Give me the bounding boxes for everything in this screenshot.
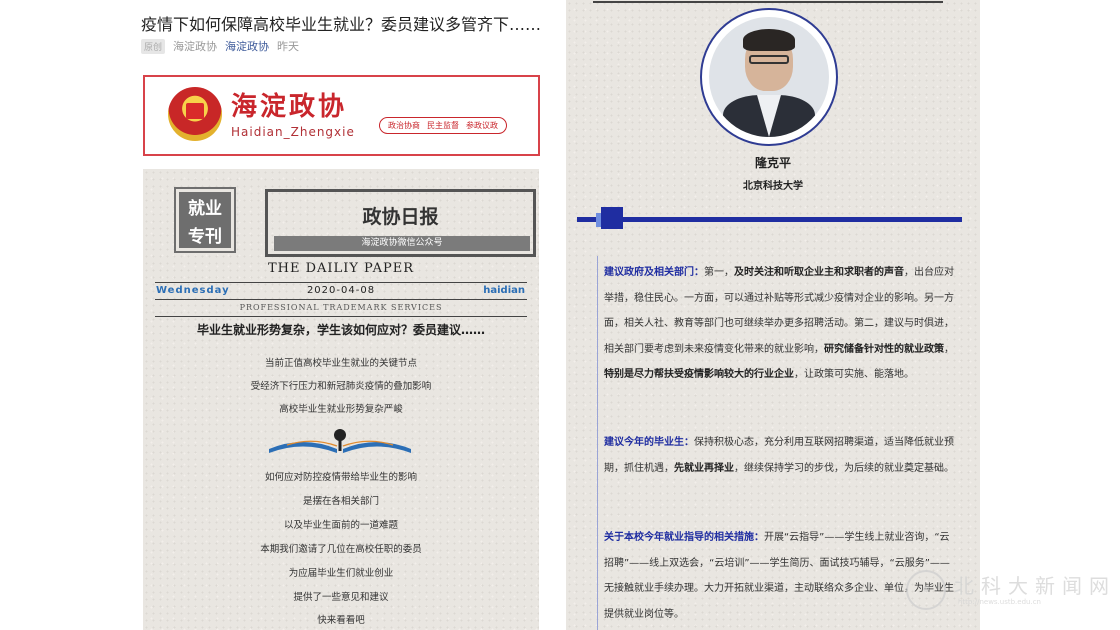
newspaper-image: 就业 专刊 政协日报 海淀政协微信公众号 THE DAILIY PAPER We… [143, 169, 539, 630]
masthead-title: 政协日报 [362, 206, 439, 228]
divider [155, 316, 527, 317]
original-tag: 原创 [141, 38, 166, 54]
section-vertical-line [597, 256, 598, 630]
suggestion-government: 建议政府及相关部门：第一，及时关注和听取企业主和求职者的声音，出台应对举措，稳住… [604, 267, 954, 380]
outro-line: 是摆在各相关部门 [302, 496, 379, 507]
ustb-seal-icon: ⚙ [906, 570, 946, 610]
trademark-line: PROFESSIONAL TRADEMARK SERVICES [239, 303, 443, 312]
banner-tag: 参政议政 [466, 121, 498, 130]
section-divider-bar [577, 217, 962, 222]
ustb-news-watermark: ⚙ 北科大新闻网 http://news.ustb.edu.cn [906, 566, 1116, 614]
intro-line: 当前正值高校毕业生就业的关键节点 [264, 358, 417, 369]
cppcc-emblem-icon [168, 87, 222, 141]
newspaper-headline: 毕业生就业形势复杂，学生该如何应对？委员建议…… [196, 323, 485, 337]
profile-name: 隆克平 [754, 156, 791, 170]
article-author: 海淀政协 [173, 40, 218, 53]
intro-line: 受经济下行压力和新冠肺炎疫情的叠加影响 [250, 381, 432, 392]
article-right-column: 隆克平 北京科技大学 建议政府及相关部门：第一，及时关注和听取企业主和求职者的声… [566, 0, 980, 630]
divider [155, 299, 527, 300]
school-measures: 关于本校今年就业指导的相关措施：开展“云指导”——学生线上就业咨询，“云招聘”—… [604, 532, 954, 620]
article-meta: 原创 海淀政协 海淀政协 昨天 [141, 38, 299, 54]
banner-tag: 政治协商 [388, 121, 420, 130]
account-link[interactable]: 海淀政协 [225, 38, 269, 54]
profile-photo [709, 17, 829, 137]
section-lead: 建议政府及相关部门： [604, 267, 704, 278]
watermark-text: 北科大新闻网 [954, 574, 1116, 598]
suggestion-graduates: 建议今年的毕业生：保持积极心态，充分利用互联网招聘渠道，适当降低就业预期，抓住机… [604, 437, 954, 474]
outro-line: 本期我们邀请了几位在高校任职的委员 [260, 544, 422, 555]
book-microphone-icon [269, 429, 411, 453]
outro-line: 如何应对防控疫情带给毕业生的影响 [264, 472, 417, 483]
masthead-subtitle: 海淀政协微信公众号 [274, 236, 530, 251]
banner-name-cn: 海淀政协 [231, 92, 348, 122]
watermark-url: http://news.ustb.edu.cn [958, 598, 1041, 606]
section-lead: 关于本校今年就业指导的相关措施： [604, 532, 764, 543]
banner-tag: 民主监督 [427, 121, 459, 130]
outro-line: 提供了一些意见和建议 [293, 592, 389, 603]
profile-organization: 北京科技大学 [743, 181, 803, 192]
article-title[interactable]: 疫情下如何保障高校毕业生就业？委员建议多管齐下…… [141, 11, 541, 35]
outro-line: 快来看看吧 [317, 615, 365, 626]
header-banner: 海淀政协 Haidian_Zhengxie 政治协商 民主监督 参政议政 [143, 75, 540, 156]
banner-tags: 政治协商 民主监督 参政议政 [379, 117, 507, 134]
outro-line: 为应届毕业生们就业创业 [288, 568, 394, 579]
issue-date: 2020-04-08 [306, 285, 376, 296]
profile-photo-frame [700, 8, 838, 146]
special-issue-badge: 就业 专刊 [174, 187, 236, 253]
article-left-column: 疫情下如何保障高校毕业生就业？委员建议多管齐下…… 原创 海淀政协 海淀政协 昨… [141, 0, 541, 630]
decor-square [601, 207, 623, 229]
screenshot-page: 疫情下如何保障高校毕业生就业？委员建议多管齐下…… 原创 海淀政协 海淀政协 昨… [0, 0, 1120, 630]
divider [593, 1, 943, 3]
divider [155, 282, 527, 283]
badge-line: 专刊 [188, 227, 222, 247]
masthead-box: 政协日报 海淀政协微信公众号 [265, 189, 536, 257]
badge-line: 就业 [188, 199, 222, 219]
publish-time: 昨天 [277, 40, 300, 53]
intro-line: 高校毕业生就业形势复杂严峻 [279, 404, 403, 415]
issue-location: haidian [483, 285, 525, 296]
english-title: THE DAILIY PAPER [267, 261, 415, 276]
outro-line: 以及毕业生面前的一道难题 [283, 520, 398, 531]
section-lead: 建议今年的毕业生： [604, 437, 694, 448]
banner-name-en: Haidian_Zhengxie [231, 125, 355, 139]
